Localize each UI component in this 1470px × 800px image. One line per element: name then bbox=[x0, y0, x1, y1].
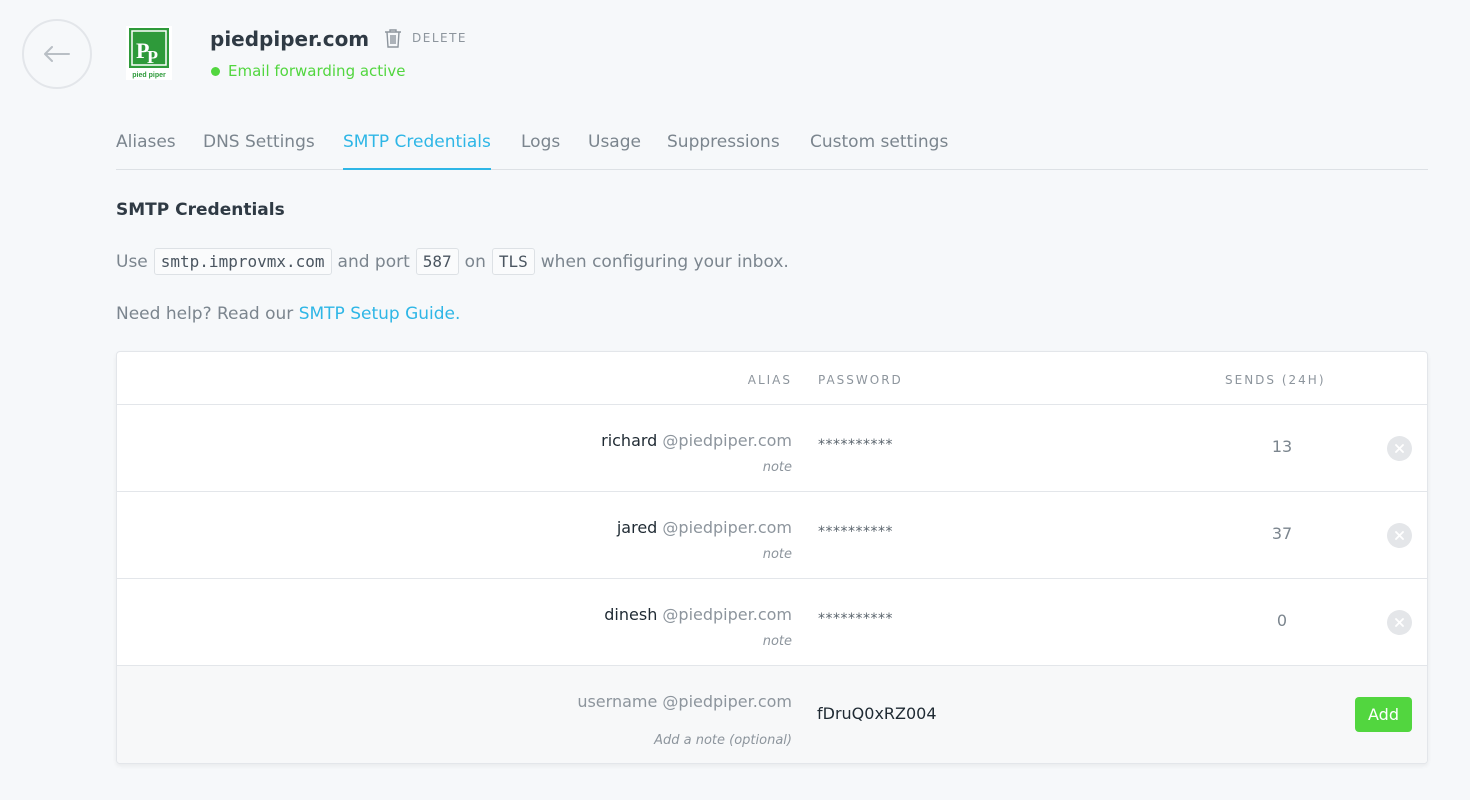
svg-text:P: P bbox=[147, 47, 158, 67]
alias-domain: @piedpiper.com bbox=[662, 431, 792, 450]
note-field[interactable]: note bbox=[763, 460, 792, 475]
alias: richard @piedpiper.com bbox=[601, 431, 792, 450]
sends-count: 13 bbox=[1271, 437, 1293, 456]
sends-count: 37 bbox=[1271, 524, 1293, 543]
alias-user: jared bbox=[616, 518, 658, 537]
table-header: ALIAS PASSWORD SENDS (24H) bbox=[117, 352, 1427, 405]
close-icon bbox=[1395, 618, 1404, 627]
domain-title: piedpiper.com bbox=[210, 27, 370, 51]
alias-domain: @piedpiper.com bbox=[662, 518, 792, 537]
tab-logs[interactable]: Logs bbox=[521, 132, 560, 170]
username-input[interactable]: username bbox=[577, 692, 657, 711]
column-alias: ALIAS bbox=[747, 373, 792, 387]
use-text: Use bbox=[116, 251, 148, 272]
remove-credential-button[interactable] bbox=[1387, 523, 1412, 548]
smtp-host: smtp.improvmx.com bbox=[153, 248, 332, 275]
smtp-protocol: TLS bbox=[491, 248, 535, 275]
delete-label: DELETE bbox=[412, 31, 468, 45]
table-row: dinesh @piedpiper.com note ********** 0 bbox=[117, 579, 1427, 666]
alias-user: dinesh bbox=[604, 605, 658, 624]
tab-smtp-credentials[interactable]: SMTP Credentials bbox=[343, 132, 491, 170]
table-row: jared @piedpiper.com note ********** 37 bbox=[117, 492, 1427, 579]
tab-bar: Aliases DNS Settings SMTP Credentials Lo… bbox=[116, 126, 1428, 170]
smtp-setup-guide-link[interactable]: SMTP Setup Guide. bbox=[299, 304, 461, 324]
alias: dinesh @piedpiper.com bbox=[604, 605, 792, 624]
on-text: on bbox=[464, 251, 486, 272]
password-masked: ********** bbox=[818, 437, 893, 453]
forwarding-status: Email forwarding active bbox=[211, 62, 405, 80]
status-dot-icon bbox=[211, 66, 220, 76]
add-note-input[interactable]: Add a note (optional) bbox=[654, 733, 792, 748]
suffix-text: when configuring your inbox. bbox=[540, 251, 789, 272]
new-alias-domain: @piedpiper.com bbox=[662, 692, 792, 711]
close-icon bbox=[1395, 531, 1404, 540]
help-text: Need help? Read our bbox=[116, 304, 294, 324]
remove-credential-button[interactable] bbox=[1387, 610, 1412, 635]
domain-logo: P P pied piper bbox=[126, 26, 172, 80]
password-masked: ********** bbox=[818, 524, 893, 540]
new-alias: username @piedpiper.com bbox=[577, 692, 792, 711]
alias: jared @piedpiper.com bbox=[617, 518, 792, 537]
column-password: PASSWORD bbox=[818, 373, 903, 387]
sends-count: 0 bbox=[1276, 611, 1288, 630]
close-icon bbox=[1395, 444, 1404, 453]
add-credential-row: username @piedpiper.com fDruQ0xRZ004 Add… bbox=[117, 666, 1427, 763]
note-field[interactable]: note bbox=[763, 547, 792, 562]
tab-suppressions[interactable]: Suppressions bbox=[667, 132, 780, 170]
tab-aliases[interactable]: Aliases bbox=[116, 132, 176, 170]
smtp-port: 587 bbox=[415, 248, 459, 275]
new-password-input[interactable]: fDruQ0xRZ004 bbox=[817, 704, 1017, 723]
status-text: Email forwarding active bbox=[228, 62, 406, 80]
smtp-credentials-table: ALIAS PASSWORD SENDS (24H) richard @pied… bbox=[116, 351, 1428, 764]
tab-custom-settings[interactable]: Custom settings bbox=[810, 132, 948, 170]
and-port-text: and port bbox=[337, 251, 410, 272]
tab-dns-settings[interactable]: DNS Settings bbox=[203, 132, 315, 170]
trash-icon bbox=[385, 29, 401, 48]
alias-domain: @piedpiper.com bbox=[662, 605, 792, 624]
remove-credential-button[interactable] bbox=[1387, 436, 1412, 461]
arrow-left-icon bbox=[44, 46, 70, 62]
table-row: richard @piedpiper.com note ********** 1… bbox=[117, 405, 1427, 492]
svg-text:pied piper: pied piper bbox=[132, 72, 166, 79]
smtp-info: Use smtp.improvmx.com and port 587 on TL… bbox=[116, 248, 789, 275]
back-button[interactable] bbox=[22, 19, 92, 89]
column-sends: SENDS (24H) bbox=[1225, 373, 1326, 387]
password-masked: ********** bbox=[818, 611, 893, 627]
tab-usage[interactable]: Usage bbox=[588, 132, 641, 170]
help-line: Need help? Read our SMTP Setup Guide. bbox=[116, 304, 460, 324]
section-title: SMTP Credentials bbox=[116, 200, 285, 220]
note-field[interactable]: note bbox=[763, 634, 792, 649]
add-credential-button[interactable]: Add bbox=[1355, 697, 1412, 732]
delete-domain-button[interactable]: DELETE bbox=[384, 28, 467, 48]
alias-user: richard bbox=[601, 431, 658, 450]
